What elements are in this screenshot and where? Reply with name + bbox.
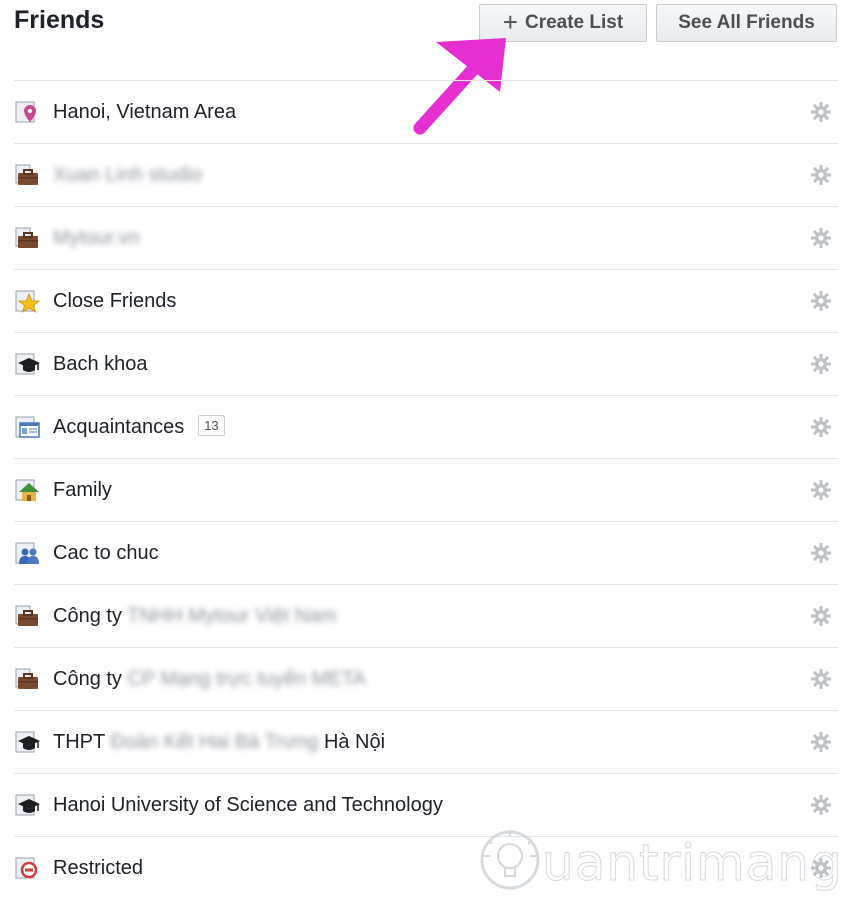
gear-icon[interactable] [810, 605, 832, 627]
friend-list-label[interactable]: Công ty TNHH Mytour Việt Nam [53, 605, 337, 628]
friend-list-label[interactable]: Bach khoa [53, 353, 148, 376]
friend-list-label[interactable]: Hanoi University of Science and Technolo… [53, 794, 443, 817]
gear-icon[interactable] [810, 101, 832, 123]
gear-icon[interactable] [810, 794, 832, 816]
gear-icon[interactable] [810, 290, 832, 312]
list-name: Family [53, 478, 112, 501]
friend-list-row[interactable]: Xuan Linh studio [14, 144, 838, 207]
friend-list-label[interactable]: Restricted [53, 857, 143, 880]
watermark-text: uantrimang [542, 834, 843, 893]
friend-lists: Hanoi, Vietnam Area Xuan Linh studio Mytou… [14, 80, 838, 899]
friend-list-row[interactable]: Mytour.vn [14, 207, 838, 270]
list-name-blurred: CP Mạng trực tuyến META [127, 667, 366, 690]
friend-list-row[interactable]: Công ty TNHH Mytour Việt Nam [14, 585, 838, 648]
list-name: Hanoi, Vietnam Area [53, 100, 237, 123]
location-pin-icon [14, 99, 40, 125]
gear-icon[interactable] [810, 353, 832, 375]
friend-list-label[interactable]: Family [53, 479, 112, 502]
plus-icon: + [502, 7, 518, 37]
gear-icon[interactable] [810, 731, 832, 753]
gear-icon[interactable] [810, 479, 832, 501]
list-name: Công ty [53, 604, 122, 627]
friend-list-row[interactable]: Cac to chuc [14, 522, 838, 585]
list-name: Restricted [53, 856, 144, 879]
people-icon [14, 540, 40, 566]
friend-list-row[interactable]: Family [14, 459, 838, 522]
list-name: Bach khoa [53, 352, 148, 375]
friend-list-label[interactable]: Hanoi, Vietnam Area [53, 101, 236, 124]
friend-list-row[interactable]: Bach khoa [14, 333, 838, 396]
list-name: THPT [53, 730, 105, 753]
star-icon [14, 288, 40, 314]
friend-list-label[interactable]: Acquaintances [53, 416, 184, 439]
contact-card-icon [14, 414, 40, 440]
briefcase-icon [14, 666, 40, 692]
graduation-cap-icon [14, 792, 40, 818]
friend-list-row[interactable]: Close Friends [14, 270, 838, 333]
list-name-blurred: Mytour.vn [53, 226, 140, 249]
house-icon [14, 477, 40, 503]
gear-icon[interactable] [810, 227, 832, 249]
list-name: Hanoi University of Science and Technolo… [53, 793, 443, 816]
friend-list-row[interactable]: Công ty CP Mạng trực tuyến META [14, 648, 838, 711]
watermark: uantrimang [478, 826, 854, 898]
graduation-cap-icon [14, 351, 40, 377]
friend-list-label[interactable]: Cac to chuc [53, 542, 159, 565]
list-name-blurred: TNHH Mytour Việt Nam [127, 604, 337, 627]
list-name: Close Friends [53, 289, 177, 312]
briefcase-icon [14, 162, 40, 188]
gear-icon[interactable] [810, 542, 832, 564]
graduation-cap-icon [14, 729, 40, 755]
briefcase-icon [14, 225, 40, 251]
friend-list-label[interactable]: Xuan Linh studio [53, 164, 202, 187]
friend-list-label[interactable]: Mytour.vn [53, 227, 140, 250]
list-name: Acquaintances [53, 415, 185, 438]
create-list-label: Create List [524, 12, 624, 33]
lightbulb-logo-icon [480, 830, 540, 890]
friend-list-row[interactable]: Acquaintances 13 [14, 396, 838, 459]
friend-list-row[interactable]: Hanoi, Vietnam Area [14, 81, 838, 144]
friend-list-label[interactable]: Close Friends [53, 290, 176, 313]
member-count-badge: 13 [198, 414, 225, 436]
friend-list-label[interactable]: THPT Đoàn Kết Hai Bà Trưng Hà Nội [53, 731, 385, 754]
list-name: Cac to chuc [53, 541, 159, 564]
gear-icon[interactable] [810, 164, 832, 186]
friend-list-label[interactable]: Công ty CP Mạng trực tuyến META [53, 668, 366, 691]
gear-icon[interactable] [810, 416, 832, 438]
briefcase-icon [14, 603, 40, 629]
friend-list-row[interactable]: THPT Đoàn Kết Hai Bà Trưng Hà Nội [14, 711, 838, 774]
list-name-suffix: Hà Nội [323, 730, 386, 753]
see-all-friends-button[interactable]: See All Friends [656, 4, 837, 42]
page-title: Friends [14, 6, 105, 34]
list-name-blurred: Xuan Linh studio [53, 163, 203, 186]
gear-icon[interactable] [810, 668, 832, 690]
list-name: Công ty [53, 667, 122, 690]
restricted-icon [14, 855, 40, 881]
list-name-blurred: Đoàn Kết Hai Bà Trưng [110, 730, 319, 753]
